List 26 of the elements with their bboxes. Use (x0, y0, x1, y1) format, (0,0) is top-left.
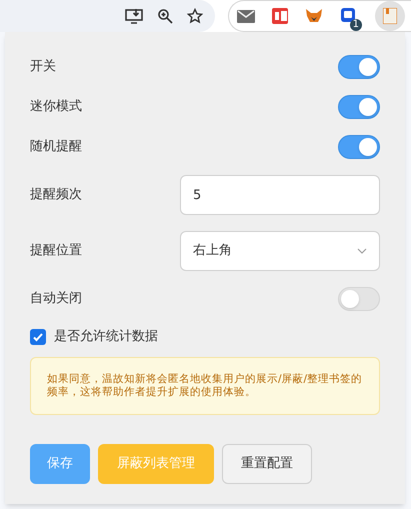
setting-label: 提醒频次 (30, 186, 82, 204)
setting-label: 迷你模式 (30, 98, 82, 116)
toggle-switch[interactable] (338, 135, 380, 159)
star-icon[interactable] (187, 8, 203, 24)
chevron-down-icon (357, 248, 367, 254)
checkbox-label: 是否允许统计数据 (54, 328, 158, 346)
mail-icon[interactable] (237, 10, 255, 22)
number-field[interactable]: 5 (180, 175, 380, 215)
notice-text: 如果同意，温故知新将会匿名地收集用户的展示/屏蔽/整理书签的频率，这将帮助作者提升扩展的使用体验。 (47, 373, 363, 399)
position-dropdown[interactable]: 右上角 (180, 231, 380, 271)
checkbox[interactable] (30, 329, 46, 345)
setting-label: 开关 (30, 58, 56, 76)
extension-button[interactable] (375, 1, 405, 31)
toggle-switch[interactable] (338, 95, 380, 119)
notification-badge: 1 (350, 19, 362, 31)
action-button[interactable]: 重置配置 (222, 444, 312, 484)
toggle-switch[interactable] (338, 55, 380, 79)
check-icon (32, 331, 44, 343)
book-icon (383, 8, 397, 24)
fox-icon[interactable] (305, 8, 323, 24)
zoom-icon[interactable] (157, 8, 173, 24)
install-icon[interactable] (125, 8, 143, 24)
setting-label: 自动关闭 (30, 290, 82, 308)
setting-label: 随机提醒 (30, 138, 82, 156)
extension-icon[interactable] (272, 8, 288, 24)
setting-label: 提醒位置 (30, 242, 82, 260)
